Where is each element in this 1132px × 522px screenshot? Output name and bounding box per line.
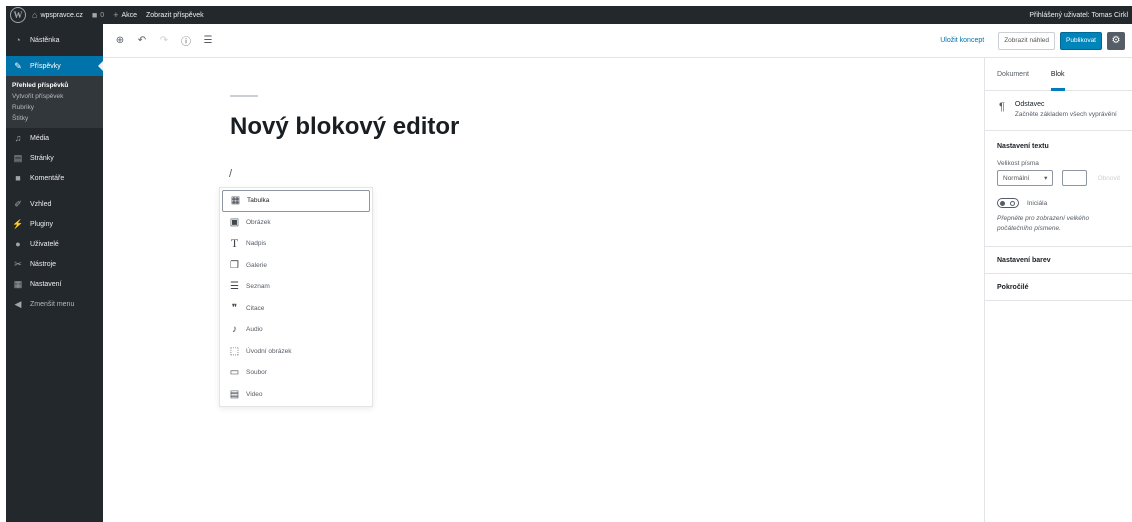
comments-link[interactable]: ■ 0	[92, 10, 104, 20]
plus-icon: +	[113, 10, 119, 20]
paragraph-block-input[interactable]: /	[229, 168, 232, 180]
editor-toolbar: ⊕ ↶ ↷ ⓘ ☰ Uložit koncept Zobrazit náhled…	[103, 24, 1132, 58]
inserter-item-file[interactable]: ▭ Soubor	[222, 362, 370, 384]
admin-bar: W ⌂ wpspravce.cz ■ 0 + Akce Zobrazit pří…	[6, 6, 1132, 24]
sidebar-item-media[interactable]: ♫ Média	[6, 128, 103, 148]
block-navigation-icon[interactable]: ☰	[201, 34, 215, 48]
new-content-link[interactable]: + Akce	[113, 10, 137, 20]
block-name: Odstavec	[1014, 101, 1045, 108]
gallery-icon: ❐	[230, 259, 239, 271]
drop-cap-toggle[interactable]	[997, 198, 1019, 208]
inserter-item-list[interactable]: ☰ Seznam	[222, 276, 370, 298]
reset-font-size-button[interactable]: Obnovit	[1098, 175, 1120, 182]
submenu-categories[interactable]: Rubriky	[6, 102, 103, 113]
audio-icon: ♪	[232, 324, 237, 336]
sidebar-item-posts[interactable]: ✎ Příspěvky	[6, 56, 103, 76]
sidebar-item-users[interactable]: ● Uživatelé	[6, 234, 103, 254]
sidebar-item-settings[interactable]: ▦ Nastavení	[6, 274, 103, 294]
publish-button[interactable]: Publikovat	[1060, 31, 1102, 50]
plugin-icon: ⚡	[12, 218, 24, 229]
sidebar-item-collapse[interactable]: ◀ Zmenšit menu	[6, 294, 103, 314]
inserter-item-video[interactable]: ▤ Video	[222, 384, 370, 406]
view-post-link[interactable]: Zobrazit příspěvek	[146, 12, 204, 19]
wrench-icon: ✂	[14, 258, 22, 269]
user-account-link[interactable]: Přihlášený uživatel: Tomas Cirkl	[1029, 12, 1128, 19]
dashboard-icon: ◔	[15, 35, 21, 45]
posts-submenu: Přehled příspěvků Vytvořit příspěvek Rub…	[6, 76, 103, 128]
image-icon: ▣	[229, 216, 240, 228]
save-draft-button[interactable]: Uložit koncept	[940, 37, 984, 44]
tab-block[interactable]: Blok	[1050, 58, 1065, 91]
settings-gear-icon[interactable]: ⚙	[1107, 31, 1125, 50]
admin-sidebar: ◔ Nástěnka ✎ Příspěvky Přehled příspěvků…	[6, 24, 103, 522]
inserter-item-cover[interactable]: ⬚ Úvodní obrázek	[222, 341, 370, 363]
file-icon: ▭	[229, 367, 240, 379]
title-separator	[230, 95, 258, 97]
font-size-label: Velikost písma	[997, 160, 1039, 167]
sidebar-item-appearance[interactable]: ✐ Vzhled	[6, 194, 103, 214]
redo-icon[interactable]: ↷	[157, 34, 171, 48]
inserter-item-table[interactable]: ▦ Tabulka	[222, 190, 370, 212]
heading-icon: T	[230, 236, 239, 251]
submenu-tags[interactable]: Štítky	[6, 113, 103, 124]
block-autocomplete-menu: ▦ Tabulka ▣ Obrázek T Nadpis ❐ Galerie ☰…	[219, 187, 373, 407]
post-title[interactable]: Nový blokový editor	[230, 113, 459, 141]
page-icon: ▤	[13, 152, 23, 163]
info-icon[interactable]: ⓘ	[179, 34, 193, 48]
settings-icon: ▦	[13, 278, 23, 289]
advanced-panel[interactable]: Pokročilé	[985, 274, 1132, 301]
block-card: ¶ Odstavec Začněte základem všech vypráv…	[985, 91, 1132, 131]
inserter-item-image[interactable]: ▣ Obrázek	[222, 212, 370, 234]
color-settings-panel[interactable]: Nastavení barev	[985, 247, 1132, 274]
home-icon: ⌂	[32, 10, 38, 20]
settings-sidebar: Dokument Blok ¶ Odstavec Začněte základe…	[984, 58, 1132, 522]
drop-cap-help: Přepněte pro zobrazení velkého počáteční…	[997, 215, 1090, 232]
drop-cap-label: Iniciála	[1027, 199, 1048, 207]
sidebar-tabs: Dokument Blok	[985, 58, 1132, 91]
wordpress-logo-icon[interactable]: W	[10, 7, 26, 23]
text-settings-toggle[interactable]: Nastavení textu	[997, 143, 1120, 150]
brush-icon: ✐	[14, 198, 22, 209]
video-icon: ▤	[229, 388, 240, 400]
submenu-add-new[interactable]: Vytvořit příspěvek	[6, 91, 103, 102]
chevron-down-icon: ▾	[1044, 175, 1048, 182]
text-settings-panel: Nastavení textu Velikost písma Normální …	[985, 131, 1132, 247]
sidebar-item-pages[interactable]: ▤ Stránky	[6, 148, 103, 168]
editor-canvas: Nový blokový editor / ▦ Tabulka ▣ Obráze…	[103, 58, 984, 522]
cover-icon: ⬚	[229, 345, 240, 357]
pin-icon: ✎	[14, 60, 22, 71]
font-size-select[interactable]: Normální ▾	[997, 170, 1054, 186]
table-icon: ▦	[230, 195, 241, 207]
inserter-item-heading[interactable]: T Nadpis	[222, 233, 370, 255]
custom-font-size-input[interactable]	[1062, 170, 1087, 186]
sidebar-item-tools[interactable]: ✂ Nástroje	[6, 254, 103, 274]
site-name-link[interactable]: ⌂ wpspravce.cz	[32, 10, 83, 20]
inserter-item-audio[interactable]: ♪ Audio	[222, 319, 370, 341]
media-icon: ♫	[14, 133, 22, 143]
comment-icon: ■	[91, 10, 98, 20]
sidebar-item-dashboard[interactable]: ◔ Nástěnka	[6, 30, 103, 50]
add-block-icon[interactable]: ⊕	[113, 34, 127, 48]
inserter-item-gallery[interactable]: ❐ Galerie	[222, 255, 370, 277]
submenu-all-posts[interactable]: Přehled příspěvků	[6, 80, 103, 91]
paragraph-icon: ¶	[999, 101, 1005, 113]
inserter-item-quote[interactable]: ❞ Citace	[222, 298, 370, 320]
preview-button[interactable]: Zobrazit náhled	[998, 31, 1055, 50]
list-icon: ☰	[230, 281, 239, 293]
sidebar-item-comments[interactable]: ■ Komentáře	[6, 168, 103, 188]
undo-icon[interactable]: ↶	[135, 34, 149, 48]
block-description: Začněte základem všech vyprávění	[1014, 111, 1117, 118]
quote-icon: ❞	[231, 302, 238, 314]
collapse-icon: ◀	[14, 298, 22, 309]
tab-document[interactable]: Dokument	[997, 58, 1029, 91]
sidebar-item-plugins[interactable]: ⚡ Pluginy	[6, 214, 103, 234]
user-icon: ●	[15, 239, 21, 249]
comment-icon: ■	[15, 173, 21, 183]
